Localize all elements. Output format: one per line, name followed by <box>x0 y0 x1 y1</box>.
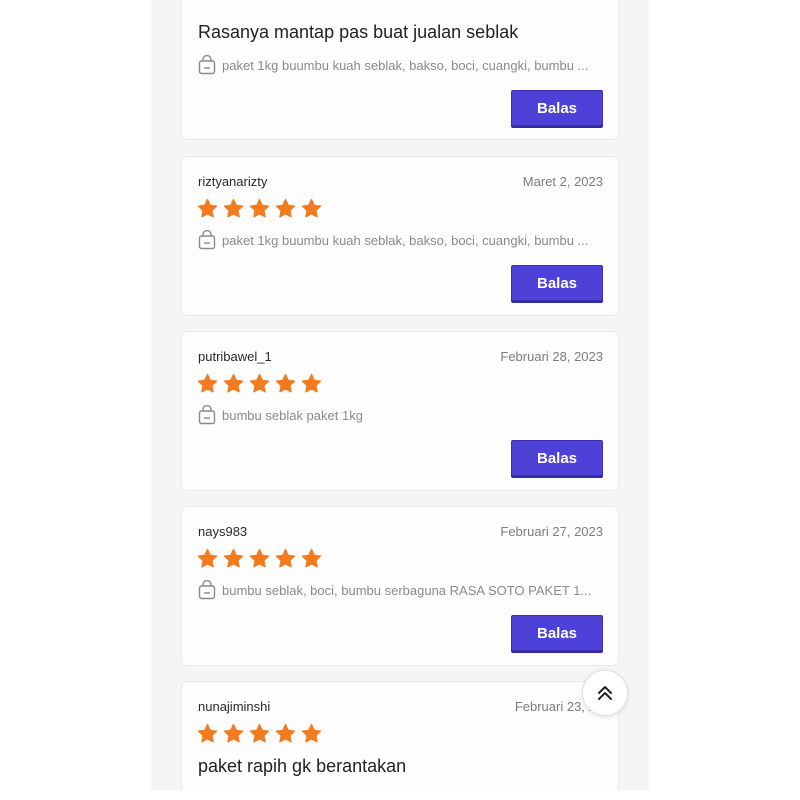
star-icon <box>223 723 244 743</box>
star-icon <box>223 373 244 393</box>
star-rating <box>197 548 322 569</box>
star-icon <box>301 723 322 743</box>
product-name: paket 1kg buumbu kuah seblak, bakso, boc… <box>222 57 589 73</box>
product-info: paket 1kg buumbu kuah seblak, bakso, boc… <box>198 55 608 75</box>
reviewer-username: nays983 <box>198 524 248 539</box>
review-date: Februari 27, 2023 <box>500 524 603 539</box>
review-card: Rasanya mantap pas buat jualan seblak pa… <box>181 0 619 140</box>
star-rating <box>197 198 322 219</box>
shopping-bag-icon <box>198 405 216 425</box>
product-name: bumbu seblak paket 1kg <box>222 407 363 423</box>
review-text: paket rapih gk berantakan <box>198 756 407 776</box>
star-rating <box>197 373 322 394</box>
star-icon <box>249 198 270 218</box>
review-text: Rasanya mantap pas buat jualan seblak <box>198 22 519 42</box>
star-rating <box>197 723 322 744</box>
review-list: Rasanya mantap pas buat jualan seblak pa… <box>151 0 649 790</box>
reviewer-username: riztyanarizty <box>198 174 268 189</box>
review-card: riztyanarizty Maret 2, 2023 paket 1kg bu… <box>181 156 619 316</box>
reviewer-username: nunajiminshi <box>198 699 271 714</box>
product-info: paket 1kg buumbu kuah seblak, bakso, boc… <box>198 230 608 250</box>
star-icon <box>197 548 218 568</box>
review-card: nays983 Februari 27, 2023 bumbu seblak, … <box>181 506 619 666</box>
star-icon <box>301 548 322 568</box>
reply-button[interactable]: Balas <box>511 615 603 651</box>
review-card: putribawel_1 Februari 28, 2023 bumbu seb… <box>181 331 619 491</box>
shopping-bag-icon <box>198 580 216 600</box>
review-date: Februari 28, 2023 <box>500 349 603 364</box>
star-icon <box>223 548 244 568</box>
review-date: Maret 2, 2023 <box>522 174 603 189</box>
star-icon <box>197 373 218 393</box>
reply-button[interactable]: Balas <box>511 440 603 476</box>
star-icon <box>275 548 296 568</box>
product-name: bumbu seblak, boci, bumbu serbaguna RASA… <box>222 582 592 598</box>
star-icon <box>275 723 296 743</box>
reviewer-username: putribawel_1 <box>198 349 272 364</box>
star-icon <box>301 373 322 393</box>
star-icon <box>275 198 296 218</box>
review-card: nunajiminshi Februari 23, 20 paket rapih… <box>181 681 619 790</box>
shopping-bag-icon <box>198 230 216 250</box>
product-name: paket 1kg buumbu kuah seblak, bakso, boc… <box>222 232 589 248</box>
reply-button[interactable]: Balas <box>511 90 603 126</box>
star-icon <box>197 723 218 743</box>
star-icon <box>249 723 270 743</box>
reply-button[interactable]: Balas <box>511 265 603 301</box>
product-info: bumbu seblak, boci, bumbu serbaguna RASA… <box>198 580 608 600</box>
scroll-to-top-button[interactable] <box>582 670 628 716</box>
star-icon <box>249 373 270 393</box>
star-icon <box>249 548 270 568</box>
star-icon <box>275 373 296 393</box>
shopping-bag-icon <box>198 55 216 75</box>
star-icon <box>197 198 218 218</box>
star-icon <box>301 198 322 218</box>
product-info: bumbu seblak paket 1kg <box>198 405 608 425</box>
star-icon <box>223 198 244 218</box>
double-chevron-up-icon <box>598 686 612 700</box>
